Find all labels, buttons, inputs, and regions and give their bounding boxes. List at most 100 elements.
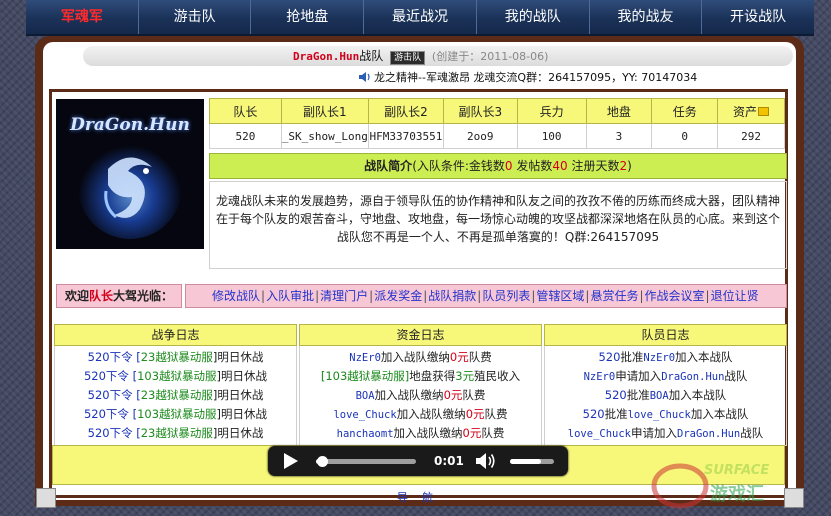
- main-frame: DraGon.Hun战队 游击队 (创建于：2011-08-06) 龙之精神--…: [35, 36, 804, 506]
- nav-item-guerrilla[interactable]: 游击队: [139, 0, 252, 34]
- link-edit-team[interactable]: 修改战队: [212, 289, 260, 303]
- nav-item-territory[interactable]: 抢地盘: [251, 0, 365, 34]
- vice-captain-3-value[interactable]: 2oo9: [442, 123, 518, 149]
- list-item: 520批准NzEr0加入本战队: [598, 350, 733, 364]
- intro-cond-prefix: (入队条件:金钱数: [412, 159, 505, 173]
- link-bounty-tasks[interactable]: 悬赏任务: [590, 289, 638, 303]
- admin-links: 修改战队|入队审批|清理门户|派发奖金|战队捐款|队员列表|管辖区域|悬赏任务|…: [185, 284, 787, 308]
- list-item: love_Chuck加入战队缴纳0元队费: [333, 407, 508, 421]
- intro-text: 龙魂战队未来的发展趋势，源自于领导队伍的协作精神和队友之间的孜孜不倦的历练而终成…: [209, 181, 787, 269]
- list-item: 520批准BOA加入本战队: [604, 388, 727, 402]
- nav-brand[interactable]: 军魂军: [26, 0, 139, 34]
- svg-text:游戏汇: 游戏汇: [710, 483, 764, 505]
- captain-value[interactable]: 520: [209, 123, 282, 149]
- broken-image-icon: [36, 488, 56, 508]
- bottom-link[interactable]: 导: [397, 491, 408, 504]
- team-name[interactable]: DraGon.Hun: [293, 50, 359, 63]
- intro-posts-label: 发帖数: [512, 159, 553, 173]
- team-logo: DraGon.Hun: [56, 99, 204, 249]
- intro-title: 战队简介: [364, 159, 413, 173]
- funds-log-body: NzEr0加入战队缴纳0元队费 [103越狱暴动服]地盘获得3元殖民收入 BOA…: [299, 346, 542, 446]
- member-log-title: 队员日志: [544, 324, 787, 346]
- intro-days: 2: [619, 159, 628, 173]
- intro-money: 0: [504, 159, 513, 173]
- nav-item-create-team[interactable]: 开设战队: [702, 0, 814, 34]
- intro-posts: 40: [552, 159, 568, 173]
- territory-value: 3: [585, 123, 653, 149]
- link-team-donation[interactable]: 战队捐款: [428, 289, 476, 303]
- link-abdicate[interactable]: 退位让贤: [711, 289, 759, 303]
- volume-fill: [510, 459, 541, 464]
- welcome-label: 欢迎队长大驾光临：: [56, 284, 182, 308]
- team-suffix: 战队: [359, 49, 384, 63]
- stats-table: 队长 副队长1 副队长2 副队长3 兵力 地盘 任务 资产 520 _SK_sh…: [209, 98, 785, 149]
- stat-header: 队长: [209, 98, 282, 124]
- battle-log-title: 战争日志: [54, 324, 297, 346]
- list-item: 520批准love_Chuck加入本战队: [582, 407, 749, 421]
- slogan-text: 龙之精神--军魂激昂 龙魂交流Q群：264157095，YY: 70147034: [374, 71, 698, 84]
- stat-header: 地盘: [585, 98, 653, 124]
- stat-header: 兵力: [516, 98, 587, 124]
- link-join-approval[interactable]: 入队审批: [266, 289, 314, 303]
- intro-days-label: 注册天数: [567, 159, 620, 173]
- stat-header: 副队长2: [367, 98, 444, 124]
- progress-knob[interactable]: [317, 456, 328, 467]
- top-nav: 军魂军 游击队 抢地盘 最近战况 我的战队 我的战友 开设战队: [26, 0, 814, 36]
- link-purge-members[interactable]: 清理门户: [320, 289, 368, 303]
- tasks-value: 0: [651, 123, 719, 149]
- member-log-body: 520批准NzEr0加入本战队 NzEr0申请加入DraGon.Hun战队 52…: [544, 346, 787, 446]
- list-item: [103越狱暴动服]地盘获得3元殖民收入: [320, 369, 521, 383]
- volume-slider[interactable]: [510, 459, 554, 464]
- svg-text:SURFACE: SURFACE: [704, 463, 769, 478]
- time-display: 0:01: [434, 454, 464, 468]
- speaker-icon: [359, 72, 370, 82]
- funds-log-title: 资金日志: [299, 324, 542, 346]
- list-item: love_Chuck申请加入DraGon.Hun战队: [567, 426, 764, 440]
- progress-bar[interactable]: [316, 456, 416, 467]
- link-distribute-bonus[interactable]: 派发奖金: [374, 289, 422, 303]
- link-war-room[interactable]: 作战会议室: [645, 289, 705, 303]
- team-title-bar: DraGon.Hun战队 游击队 (创建于：2011-08-06): [83, 46, 793, 66]
- nav-item-my-team[interactable]: 我的战队: [477, 0, 590, 34]
- stats-value-row: 520 _SK_show_Long HFM33703551 2oo9 100 3…: [209, 123, 785, 149]
- list-item: hanchaomt加入战队缴纳0元队费: [336, 426, 505, 440]
- troops-value: 100: [516, 123, 587, 149]
- stat-header: 副队长1: [280, 98, 369, 124]
- vice-captain-2-value[interactable]: HFM33703551: [367, 123, 444, 149]
- battle-log: 战争日志 520下令 [23越狱暴动服]明日休战 520下令 [103越狱暴动服…: [54, 324, 297, 446]
- member-log: 队员日志 520批准NzEr0加入本战队 NzEr0申请加入DraGon.Hun…: [544, 324, 787, 446]
- play-button[interactable]: [284, 453, 298, 469]
- list-item: 520下令 [23越狱暴动服]明日休战: [87, 426, 264, 440]
- intro-header: 战队简介(入队条件:金钱数0 发帖数40 注册天数2): [209, 153, 787, 179]
- battle-log-body: 520下令 [23越狱暴动服]明日休战 520下令 [103越狱暴动服]明日休战…: [54, 346, 297, 446]
- vice-captain-1-value[interactable]: _SK_show_Long: [280, 123, 369, 149]
- main-panel: DraGon.Hun战队 游击队 (创建于：2011-08-06) 龙之精神--…: [43, 42, 796, 500]
- stats-header-row: 队长 副队长1 副队长2 副队长3 兵力 地盘 任务 资产: [209, 98, 785, 124]
- team-content: DraGon.Hun 队长 副队长1 副队长2 副队长3 兵力 地盘 任务 资产…: [49, 89, 788, 498]
- audio-player: 0:01: [268, 446, 568, 476]
- stat-header-assets: 资产: [717, 98, 785, 124]
- team-slogan: 龙之精神--军魂激昂 龙魂交流Q群：264157095，YY: 70147034: [358, 70, 697, 86]
- assets-value: 292: [717, 123, 785, 149]
- list-item: NzEr0申请加入DraGon.Hun战队: [583, 369, 748, 383]
- link-jurisdiction[interactable]: 管辖区域: [536, 289, 584, 303]
- logo-text: DraGon.Hun: [70, 115, 190, 135]
- watermark-logo: SURFACE 游戏汇: [651, 463, 769, 509]
- intro-cond-suffix: ): [627, 159, 632, 173]
- funds-log: 资金日志 NzEr0加入战队缴纳0元队费 [103越狱暴动服]地盘获得3元殖民收…: [299, 324, 542, 446]
- volume-icon[interactable]: [475, 452, 497, 470]
- stat-header: 副队长3: [442, 98, 518, 124]
- stat-header: 任务: [651, 98, 719, 124]
- welcome-row: 欢迎队长大驾光临： 修改战队|入队审批|清理门户|派发奖金|战队捐款|队员列表|…: [56, 284, 787, 308]
- list-item: 520下令 [103越狱暴动服]明日休战: [83, 369, 268, 383]
- team-type-badge: 游击队: [390, 51, 426, 65]
- list-item: BOA加入战队缴纳0元队费: [355, 388, 486, 402]
- link-member-list[interactable]: 队员列表: [482, 289, 530, 303]
- bottom-links: 导航: [397, 489, 447, 505]
- nav-item-recent-battles[interactable]: 最近战况: [364, 0, 477, 34]
- bottom-link[interactable]: 航: [422, 491, 433, 504]
- nav-item-my-comrades[interactable]: 我的战友: [590, 0, 703, 34]
- list-item: 520下令 [23越狱暴动服]明日休战: [87, 388, 264, 402]
- list-item: 520下令 [23越狱暴动服]明日休战: [87, 350, 264, 364]
- list-item: 520下令 [103越狱暴动服]明日休战: [83, 407, 268, 421]
